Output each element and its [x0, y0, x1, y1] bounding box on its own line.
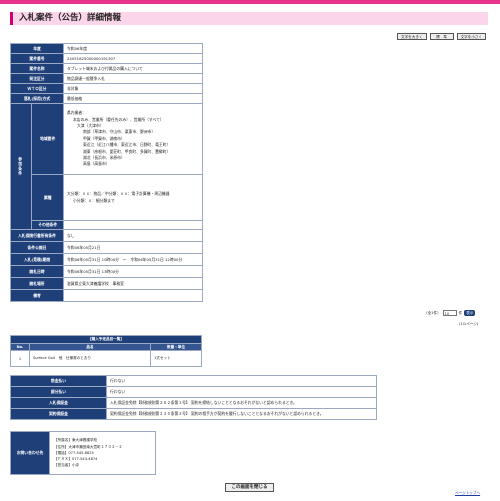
partial-payment-value: 行わない [106, 386, 377, 398]
item-no: 1 [10, 350, 30, 367]
top-accent-bar [0, 0, 500, 4]
pager: （全1件） 10 件 表示 [424, 310, 476, 316]
opening-datetime-value: 令和06年05月31日 13時00分 [63, 265, 203, 278]
remarks-label: 備考 [10, 289, 64, 302]
items-title: 【購入予定品目一覧】 [10, 335, 202, 344]
per-page-select[interactable]: 10 [442, 310, 457, 316]
loss-condition-label: 入札保険行書所有条件 [10, 229, 64, 242]
loss-condition-value: なし [63, 229, 203, 242]
item-name: Surface Go4 他 仕様書のとおり [29, 350, 151, 367]
advance-payment-label: 前金払い [10, 375, 107, 387]
wto-label: ＷＴＯ区分 [10, 83, 64, 94]
region-label: 地域要件 [31, 103, 64, 175]
industry-line: 小分類：ｘ：細分類まで [73, 197, 115, 203]
remarks-value [63, 289, 203, 302]
announce-date-label: 条件公開日 [10, 241, 64, 254]
page-title: 入札案件（公告）詳細情報 [10, 12, 488, 25]
purchase-items-table: 【購入予定品目一覧】 No. 品名 数量・単位 1 Surface Go4 他 … [10, 335, 202, 367]
opening-place-value: 滋賀県立東大津養護学校 事務室 [63, 277, 203, 290]
font-size-controls: 文字を大きく 標 準 文字を小さく [397, 33, 487, 40]
case-name-label: 案件名称 [10, 63, 64, 74]
year-label: 年度 [10, 43, 64, 54]
advance-payment-value: 行わない [106, 375, 377, 387]
font-larger-button[interactable]: 文字を大きく [397, 33, 427, 40]
contact-label: お問い合わせ先 [10, 431, 50, 475]
partial-payment-label: 部分払い [10, 386, 107, 398]
per-page-suffix: 件 [458, 310, 463, 315]
bid-period-value: 令和06年05月31日 10時00分 ～ 令和06年05月31日 12時00分 [63, 253, 203, 266]
font-smaller-button[interactable]: 文字を小さく [456, 33, 487, 40]
wto-value: 非対象 [63, 83, 203, 94]
region-line: 高島（高島市） [83, 161, 110, 167]
region-requirements: 県内業者： 本店のみ、営業所（委任先のみ）、営業所（すべて） 大津（大津市） 南… [63, 103, 203, 175]
industry-label: 業種 [31, 174, 64, 221]
case-no-value: 24051625000000191307 [63, 53, 203, 64]
case-no-label: 案件番号 [10, 53, 64, 64]
opening-datetime-label: 開札日時 [10, 265, 64, 278]
case-name-value: タブレット端末および付属品の購入について [63, 63, 203, 74]
qualification-group-label: 参加条件 [9, 103, 33, 230]
contact-line: 【担当者】小寺 [54, 463, 80, 468]
year-value: 令和06年度 [63, 43, 203, 54]
bid-period-label: 入札(見積)期間 [10, 253, 64, 266]
contact-details: 【所属名】東大津養護学校 【住所】大津市瀬田南大萱町１７３２－２ 【電話】077… [49, 431, 156, 475]
table-row: 1 Surface Go4 他 仕様書のとおり 1式セット [10, 350, 202, 367]
item-qty: 1式セット [150, 350, 202, 367]
other-conditions-value [63, 220, 203, 230]
case-detail-table: 年度 令和06年度 案件番号 24051625000000191307 案件名称 タブ… [9, 43, 203, 302]
items-header-no: No. [10, 343, 30, 351]
bid-deposit-value: 入札保証金免除【財務規則第２０２条第３号】 契約を締結しないこととなるおそれがな… [106, 397, 377, 409]
font-standard-button[interactable]: 標 準 [429, 33, 454, 40]
page-top-link[interactable]: ページトップへ [455, 491, 480, 496]
other-conditions-label: その他条件 [31, 220, 64, 230]
method-value: 最低価格 [63, 93, 203, 104]
contract-deposit-label: 契約保証金 [10, 408, 107, 420]
announce-date-value: 令和06年05月21日 [63, 241, 203, 254]
items-header-name: 品名 [29, 343, 151, 351]
page-count: (1/1ページ) [459, 322, 479, 326]
bid-deposit-label: 入札保証金 [10, 397, 107, 409]
close-window-button[interactable]: この画面を閉じる [225, 483, 274, 492]
contact-table: お問い合わせ先 【所属名】東大津養護学校 【住所】大津市瀬田南大萱町１７３２－２… [10, 431, 156, 475]
category-value: 物品調達一般競争入札 [63, 73, 203, 84]
industry-requirements: 大分類：ｘｘ：物品／中分類：ｘｘ：電子計算機・周辺機器 小分類：ｘ：細分類まで [63, 174, 203, 221]
method-label: 落札(採用)方式 [10, 93, 64, 104]
category-label: 発注区分 [10, 73, 64, 84]
total-count: （全1件） [424, 310, 441, 315]
payment-table: 前金払い 行わない 部分払い 行わない 入札保証金 入札保証金免除【財務規則第２０２条… [10, 375, 377, 420]
contract-deposit-value: 契約保証金免除【財務規則第２３０条第３号】 契約の相手方が契約を履行しないことと… [106, 408, 377, 420]
opening-place-label: 開札場所 [10, 277, 64, 290]
items-header-qty: 数量・単位 [150, 343, 202, 351]
display-button[interactable]: 表示 [464, 310, 476, 316]
